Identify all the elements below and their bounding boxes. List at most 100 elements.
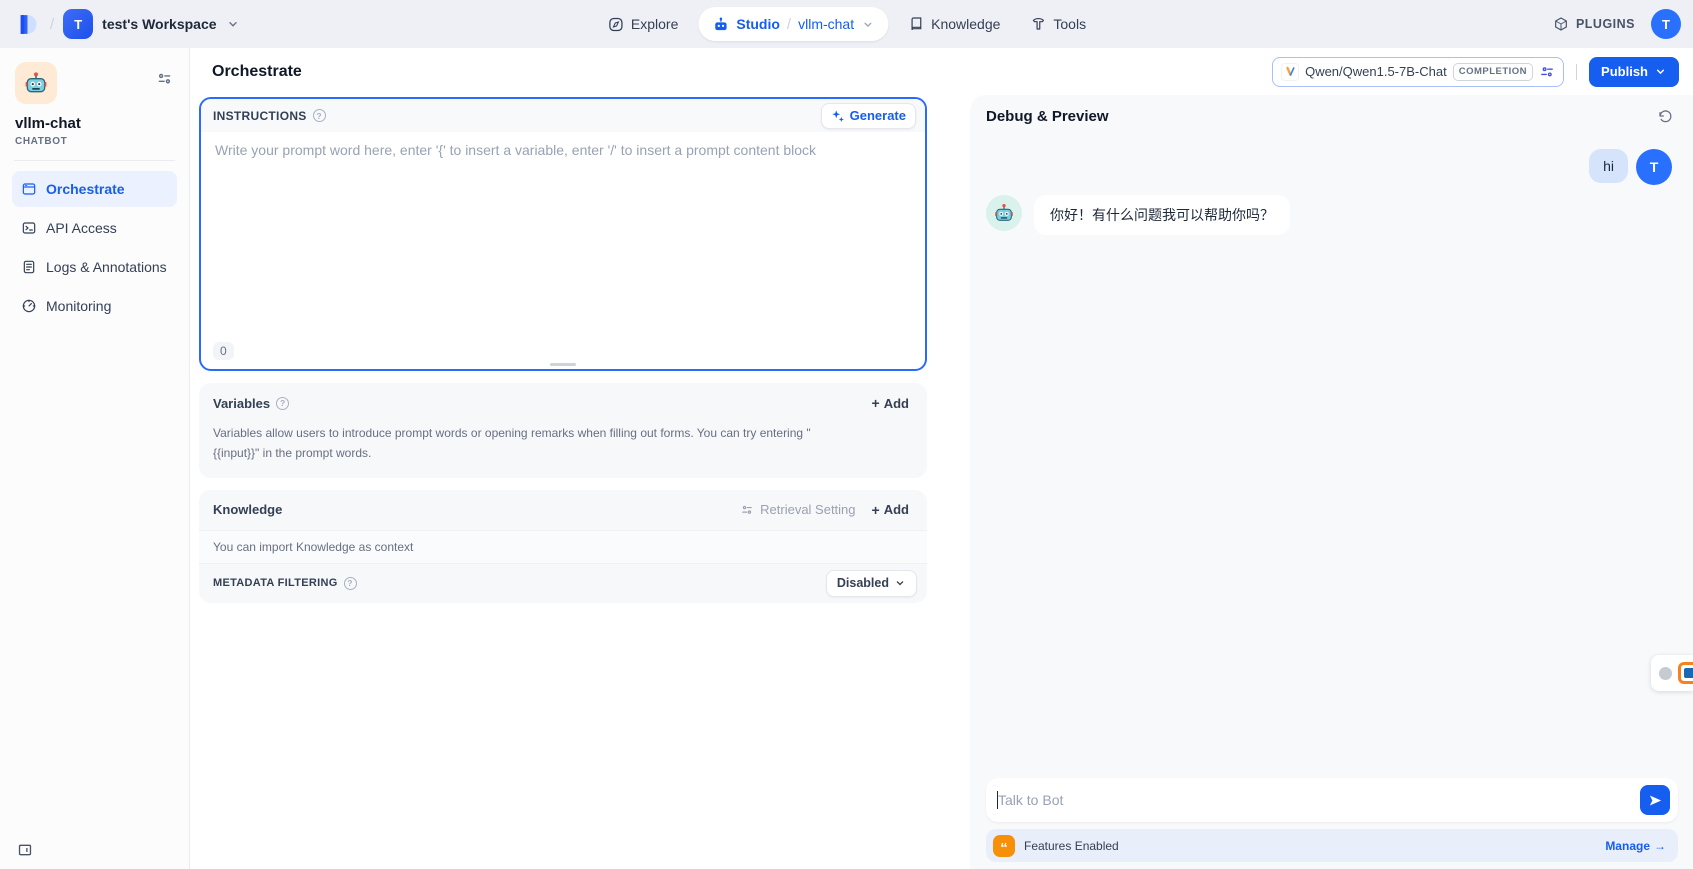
workspace-name[interactable]: test's Workspace <box>102 16 216 32</box>
sidebar-item-api-access[interactable]: API Access <box>12 210 177 246</box>
retrieval-setting-button[interactable]: Retrieval Setting <box>740 502 855 517</box>
chat-input-box <box>986 778 1678 822</box>
sidebar-item-label: API Access <box>46 220 117 236</box>
content-row: INSTRUCTIONS ? Generate 0 <box>190 95 1693 869</box>
bot-message-bubble: 你好！有什么问题我可以帮助你吗？ <box>1034 195 1290 235</box>
chat-message-bot: 你好！有什么问题我可以帮助你吗？ <box>986 195 1677 235</box>
knowledge-title: Knowledge <box>213 502 282 517</box>
knowledge-header: Knowledge Retrieval Setting + Add <box>199 490 927 530</box>
publish-label: Publish <box>1601 64 1648 79</box>
metadata-title-row: METADATA FILTERING ? <box>213 577 357 590</box>
knowledge-panel: Knowledge Retrieval Setting + Add <box>199 490 927 603</box>
app-shell: vllm-chat CHATBOT Orchestrate API Access <box>0 48 1693 869</box>
sidebar-item-monitoring[interactable]: Monitoring <box>12 288 177 324</box>
chevron-down-icon <box>1654 65 1667 78</box>
help-icon[interactable]: ? <box>313 109 326 122</box>
add-variable-label: Add <box>884 396 909 411</box>
sidebar-divider <box>14 160 175 161</box>
dify-logo-icon[interactable] <box>16 12 41 37</box>
help-icon[interactable]: ? <box>344 577 357 590</box>
instructions-header: INSTRUCTIONS ? Generate <box>201 99 925 132</box>
restart-conversation-icon[interactable] <box>1657 109 1673 125</box>
debug-title: Debug & Preview <box>986 108 1109 125</box>
nav-tools-label: Tools <box>1053 16 1086 32</box>
nav-studio-label: Studio <box>736 16 780 32</box>
operations-sliders-icon[interactable] <box>156 70 173 87</box>
topbar-nav: Explore Studio / vllm-chat Knowledge Too… <box>597 0 1096 48</box>
nav-knowledge[interactable]: Knowledge <box>898 7 1010 41</box>
chat-bottom: “ Features Enabled Manage → <box>970 778 1693 869</box>
knowledge-book-icon <box>908 16 924 32</box>
publish-button[interactable]: Publish <box>1589 57 1679 87</box>
sidebar-item-orchestrate[interactable]: Orchestrate <box>12 171 177 207</box>
robot-icon <box>712 16 729 33</box>
explore-icon <box>607 16 624 33</box>
plus-icon: + <box>872 503 880 517</box>
plugins-button[interactable]: PLUGINS <box>1553 16 1635 32</box>
add-knowledge-label: Add <box>884 502 909 517</box>
resize-handle[interactable] <box>550 363 576 366</box>
retrieval-sliders-icon <box>740 503 754 517</box>
robot-icon <box>993 202 1015 224</box>
retrieval-setting-label: Retrieval Setting <box>760 502 855 517</box>
instructions-panel: INSTRUCTIONS ? Generate 0 <box>199 97 927 371</box>
generate-button[interactable]: Generate <box>821 103 916 129</box>
plugins-label: PLUGINS <box>1576 17 1635 31</box>
topbar: / T test's Workspace Explore Studio / vl… <box>0 0 1693 48</box>
sparkles-icon <box>831 109 845 123</box>
widget-extension-icon[interactable] <box>1678 662 1693 684</box>
instructions-title-row: INSTRUCTIONS ? <box>213 109 326 123</box>
bot-chat-avatar <box>986 195 1022 231</box>
manage-label: Manage <box>1605 839 1650 853</box>
collapse-sidebar-icon[interactable] <box>17 842 33 858</box>
variables-header: Variables ? + Add <box>199 383 927 423</box>
model-params-sliders-icon[interactable] <box>1539 64 1555 80</box>
add-knowledge-button[interactable]: + Add <box>866 499 915 520</box>
main-area: Orchestrate Qwen/Qwen1.5-7B-Chat COMPLET… <box>190 48 1693 869</box>
topbar-left: / T test's Workspace <box>16 9 240 39</box>
nav-knowledge-label: Knowledge <box>931 16 1000 32</box>
chat-input[interactable] <box>998 778 1640 822</box>
app-avatar[interactable] <box>15 62 57 104</box>
widget-dot-icon <box>1659 667 1672 680</box>
chat-area: hi T <box>970 129 1693 778</box>
nav-tools[interactable]: Tools <box>1020 7 1096 41</box>
gauge-icon <box>21 298 37 314</box>
variables-panel: Variables ? + Add Variables allow users … <box>199 383 927 478</box>
sidebar-item-label: Monitoring <box>46 298 111 314</box>
instructions-input[interactable] <box>201 132 925 327</box>
sidebar-item-logs-annotations[interactable]: Logs & Annotations <box>12 249 177 285</box>
model-selector[interactable]: Qwen/Qwen1.5-7B-Chat COMPLETION <box>1272 57 1564 87</box>
user-message-bubble: hi <box>1589 149 1628 183</box>
floating-widget[interactable] <box>1651 655 1693 691</box>
help-icon[interactable]: ? <box>276 397 289 410</box>
page-title: Orchestrate <box>212 63 302 81</box>
chevron-down-icon <box>894 577 906 589</box>
sidebar-app-type: CHATBOT <box>15 136 175 147</box>
add-variable-button[interactable]: + Add <box>866 393 915 414</box>
window-icon <box>21 181 37 197</box>
chat-message-user: hi T <box>986 149 1677 185</box>
variables-description: Variables allow users to introduce promp… <box>199 423 927 478</box>
sidebar-head: vllm-chat CHATBOT <box>0 48 189 147</box>
vllm-logo-icon <box>1281 63 1299 81</box>
variables-title: Variables <box>213 396 270 411</box>
sidebar: vllm-chat CHATBOT Orchestrate API Access <box>0 48 190 869</box>
nav-app-name: vllm-chat <box>798 16 854 32</box>
knowledge-description: You can import Knowledge as context <box>199 530 927 564</box>
metadata-filtering-value: Disabled <box>837 576 889 590</box>
manage-link[interactable]: Manage → <box>1605 839 1666 853</box>
metadata-filtering-toggle[interactable]: Disabled <box>826 570 917 597</box>
send-button[interactable] <box>1640 785 1670 815</box>
user-chat-avatar: T <box>1636 149 1672 185</box>
nav-explore[interactable]: Explore <box>597 7 688 41</box>
workspace-avatar[interactable]: T <box>63 9 93 39</box>
breadcrumb-slash: / <box>50 16 54 33</box>
chevron-down-icon[interactable] <box>861 18 874 31</box>
header-actions: Qwen/Qwen1.5-7B-Chat COMPLETION Publish <box>1272 57 1679 87</box>
debug-header: Debug & Preview <box>970 95 1693 129</box>
user-avatar[interactable]: T <box>1651 9 1681 39</box>
chevron-down-icon[interactable] <box>226 17 240 31</box>
model-name: Qwen/Qwen1.5-7B-Chat <box>1305 64 1447 79</box>
nav-studio-active[interactable]: Studio / vllm-chat <box>698 7 888 41</box>
